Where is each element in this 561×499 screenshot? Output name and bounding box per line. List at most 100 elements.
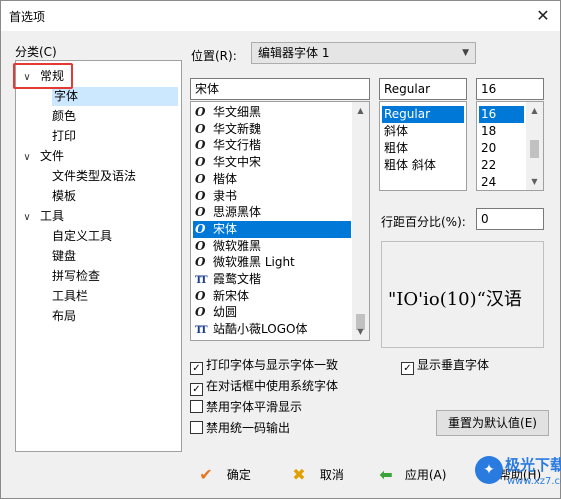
- tree-item[interactable]: 自定义工具: [52, 227, 118, 246]
- font-style-item[interactable]: 粗体: [382, 140, 464, 157]
- tree-item-label: 键盘: [52, 249, 77, 263]
- line-spacing-input[interactable]: 0: [476, 208, 544, 230]
- position-select[interactable]: 编辑器字体 1 ▼: [251, 42, 476, 64]
- font-list-item-label: 站酷小薇LOGO体: [213, 322, 308, 337]
- font-style-item[interactable]: Regular: [382, 106, 464, 123]
- tree-item[interactable]: ∨ 文件: [20, 147, 64, 166]
- scroll-down-icon[interactable]: ▼: [352, 323, 369, 340]
- tree-item[interactable]: 文件类型及语法: [52, 167, 142, 186]
- preview-text: "IO'io(10)“汉语: [388, 289, 522, 310]
- disable-unicode-label: 禁用统一码输出: [206, 421, 291, 435]
- font-list-item[interactable]: O 华文新魏: [193, 121, 351, 138]
- annotation-highlight-box: [13, 63, 73, 89]
- scroll-up-icon[interactable]: ▲: [352, 102, 369, 119]
- opentype-font-icon: O: [195, 171, 206, 186]
- tree-item[interactable]: 模板: [52, 187, 82, 206]
- font-style-item[interactable]: 斜体: [382, 123, 464, 140]
- print-same-checkbox[interactable]: ✓ 打印字体与显示字体一致: [190, 357, 338, 375]
- checkbox-check-icon: ✓: [190, 362, 203, 375]
- tree-item-label: 打印: [52, 129, 77, 143]
- font-list-item[interactable]: TT 站酷小薇LOGO体: [193, 321, 351, 338]
- font-list-item-label: 霞鹜文楷: [213, 272, 262, 286]
- font-size-item[interactable]: 18: [479, 123, 524, 140]
- font-list-item-label: 微软雅黑 Light: [213, 255, 295, 270]
- font-list-item[interactable]: TT 霞鹜文楷: [193, 271, 351, 288]
- font-name-input[interactable]: 宋体: [190, 78, 370, 100]
- font-list-item[interactable]: O 微软雅黑: [193, 238, 351, 255]
- window-title: 首选项: [9, 10, 46, 24]
- tree-item[interactable]: 字体: [52, 87, 178, 106]
- disable-smoothing-label: 禁用字体平滑显示: [206, 400, 303, 414]
- show-vertical-label: 显示垂直字体: [417, 358, 490, 372]
- cancel-x-icon: ✖: [292, 465, 306, 484]
- font-list-item[interactable]: O 楷体: [193, 171, 351, 188]
- tree-item-label: 工具: [40, 209, 65, 223]
- disable-unicode-checkbox[interactable]: 禁用统一码输出: [190, 420, 290, 436]
- font-list-item-label: 华文细黑: [213, 105, 262, 119]
- font-list-item-label: 华文中宋: [213, 155, 262, 170]
- category-label: 分类(C): [15, 45, 57, 59]
- tree-item[interactable]: 工具栏: [52, 287, 94, 306]
- font-style-list[interactable]: Regular 斜体 粗体 粗体 斜体: [379, 101, 467, 191]
- title-bar: 首选项 ✕: [1, 1, 560, 31]
- font-size-item[interactable]: 24: [479, 174, 524, 190]
- font-list-item[interactable]: O 华文细黑: [193, 104, 351, 121]
- font-list-item[interactable]: O 思源黑体: [193, 204, 351, 221]
- ok-button-label: 确定: [226, 468, 251, 482]
- tree-item[interactable]: 布局: [52, 307, 82, 326]
- tree-item[interactable]: 打印: [52, 127, 82, 146]
- tree-item[interactable]: 拼写检查: [52, 267, 106, 286]
- size-list-scrollbar[interactable]: ▲ ▼: [526, 102, 543, 190]
- font-size-input[interactable]: 16: [476, 78, 544, 100]
- tree-item[interactable]: 颜色: [52, 107, 82, 126]
- font-size-item[interactable]: 22: [479, 157, 524, 174]
- tree-item-label: 字体: [54, 89, 79, 103]
- show-vertical-checkbox[interactable]: ✓ 显示垂直字体: [401, 357, 490, 375]
- checkbox-empty-icon: [190, 421, 203, 434]
- chevron-down-icon[interactable]: ∨: [20, 208, 34, 227]
- font-list-scrollbar[interactable]: ▲ ▼: [352, 102, 369, 340]
- font-list[interactable]: O 华文细黑 O 华文新魏 O 华文行楷 O 华文中宋 O 楷体 O 隶书 O 思源黑体 O 宋体 O 微软雅黑 O…: [190, 101, 370, 341]
- font-style-input[interactable]: Regular: [379, 78, 467, 100]
- cancel-button[interactable]: ✖ 取消: [288, 463, 344, 487]
- tree-item-label: 文件: [40, 149, 65, 163]
- disable-smoothing-checkbox[interactable]: 禁用字体平滑显示: [190, 399, 302, 415]
- checkbox-check-icon: ✓: [190, 383, 203, 396]
- font-list-item[interactable]: O 华文行楷: [193, 137, 351, 154]
- preferences-dialog: 首选项 ✕ 分类(C) ∨ 常规 字体 颜色 打印 ∨ 文件 文件类型及语法 模板 ∨ 工具 自定义工…: [0, 0, 561, 499]
- font-list-item-label: 幼圆: [213, 305, 238, 320]
- apply-button[interactable]: ⬅ 应用(A): [375, 463, 446, 487]
- tree-item-label: 颜色: [52, 109, 77, 123]
- font-list-item-label: 华文行楷: [213, 138, 262, 153]
- ok-button[interactable]: ✔ 确定: [195, 463, 251, 487]
- scroll-up-icon[interactable]: ▲: [526, 102, 543, 119]
- checkbox-check-icon: ✓: [401, 362, 414, 375]
- close-icon[interactable]: ✕: [532, 5, 554, 27]
- font-list-item-label: 华文新魏: [213, 121, 262, 136]
- font-list-item[interactable]: O 新宋体: [193, 288, 351, 305]
- tree-item-label: 工具栏: [52, 289, 89, 303]
- font-size-list[interactable]: 16 18 20 22 24 ▲ ▼: [476, 101, 544, 191]
- font-list-item[interactable]: O 隶书: [193, 188, 351, 205]
- font-list-item[interactable]: O 幼圆: [193, 304, 351, 321]
- scroll-thumb[interactable]: [530, 140, 539, 158]
- font-size-item[interactable]: 20: [479, 140, 524, 157]
- font-size-item[interactable]: 16: [479, 106, 524, 123]
- watermark-name: 极光下载站: [505, 456, 561, 474]
- font-style-item[interactable]: 粗体 斜体: [382, 157, 464, 174]
- scroll-down-icon[interactable]: ▼: [526, 173, 543, 190]
- opentype-font-icon: O: [195, 105, 206, 119]
- opentype-font-icon: O: [195, 255, 206, 270]
- tree-item[interactable]: 键盘: [52, 247, 82, 266]
- chevron-down-icon: ▼: [462, 48, 469, 58]
- truetype-font-icon: TT: [195, 325, 208, 337]
- font-list-item[interactable]: O 宋体: [193, 220, 351, 238]
- tree-item[interactable]: ∨ 工具: [20, 207, 64, 226]
- font-list-item[interactable]: O 华文中宋: [193, 154, 351, 171]
- reset-defaults-button[interactable]: 重置为默认值(E): [436, 410, 549, 436]
- chevron-down-icon[interactable]: ∨: [20, 148, 34, 167]
- opentype-font-icon: O: [195, 188, 206, 203]
- watermark: ✦ 极光下载站 www.xz7.com: [475, 452, 561, 498]
- font-list-item[interactable]: O 微软雅黑 Light: [193, 254, 351, 271]
- system-font-checkbox[interactable]: ✓ 在对话框中使用系统字体: [190, 378, 338, 396]
